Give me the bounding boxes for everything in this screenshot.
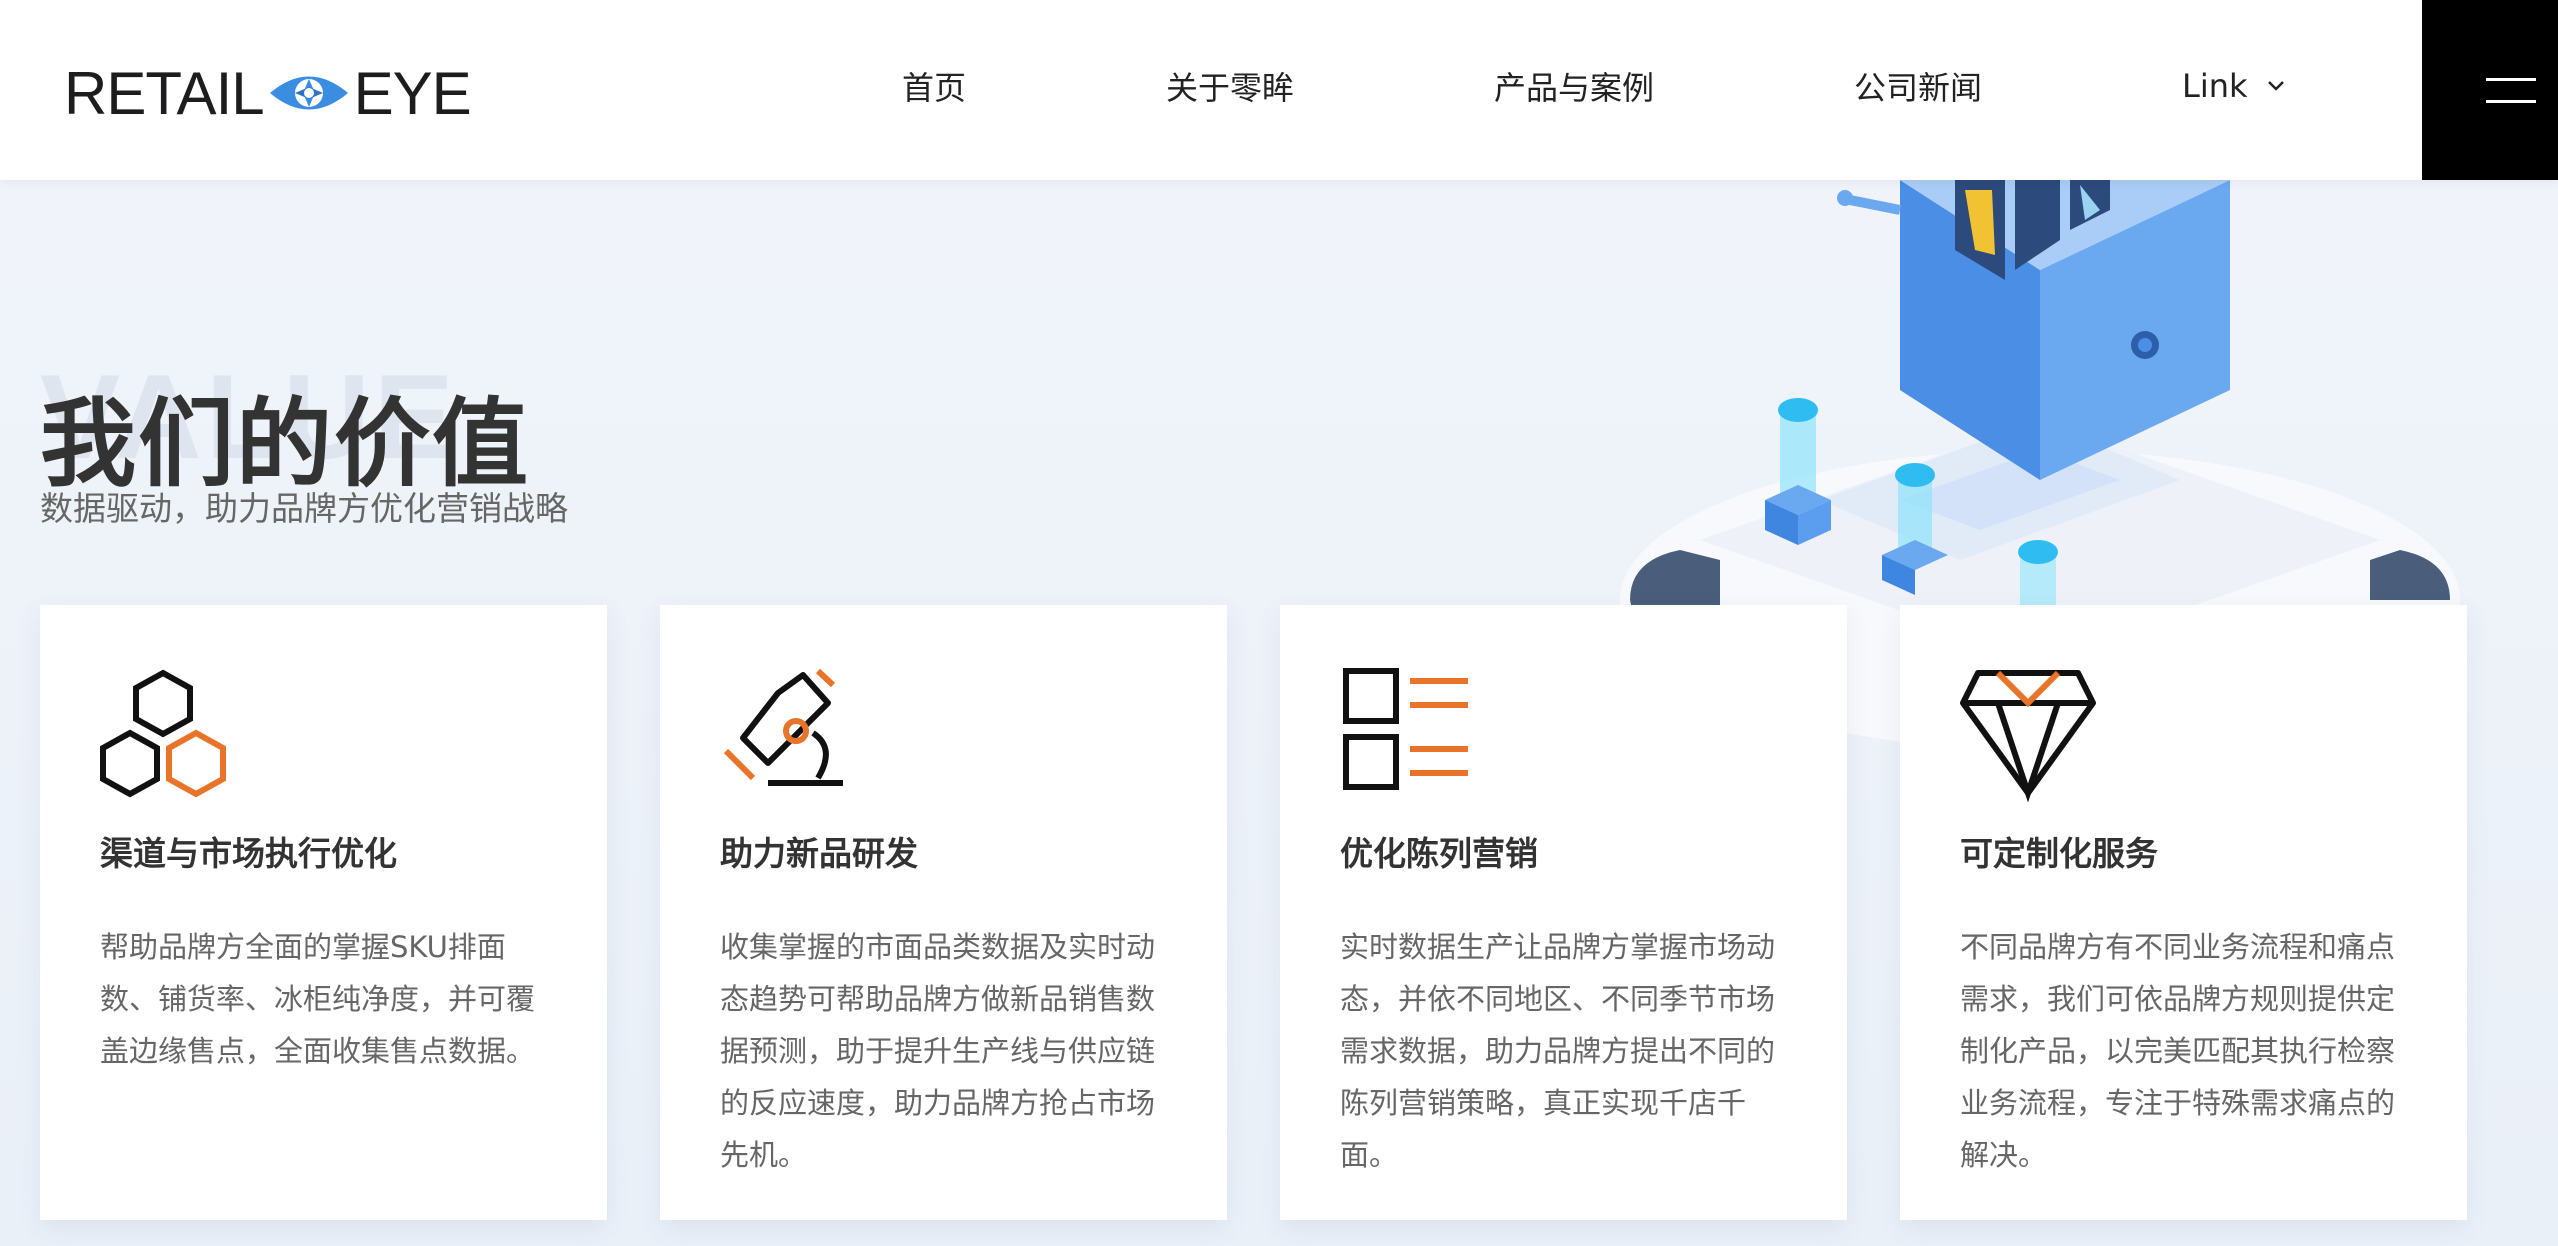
nav-label: 公司新闻 xyxy=(1854,69,1983,107)
retaileye-logo[interactable]: RETAIL EYE xyxy=(64,58,472,128)
eye-logo-icon xyxy=(269,76,348,110)
card-title: 助力新品研发 xyxy=(720,834,918,873)
page-subtitle: 数据驱动，助力品牌方优化营销战略 xyxy=(40,489,568,528)
list-icon xyxy=(1343,668,1468,790)
nav-item-news[interactable]: 公司新闻 xyxy=(1854,60,1982,112)
card-description: 帮助品牌方全面的掌握SKU排面数、铺货率、冰柜纯净度，并可覆盖边缘售点，全面收集… xyxy=(100,930,536,1068)
card-description: 实时数据生产让品牌方掌握市场动态，并依不同地区、不同季节市场需求数据，助力品牌方… xyxy=(1340,930,1776,1172)
nav-item-about[interactable]: 关于零眸 xyxy=(1166,60,1294,112)
card-description: 不同品牌方有不同业务流程和痛点需求，我们可依品牌方规则提供定制化产品，以完美匹配… xyxy=(1960,930,2396,1172)
menu-line xyxy=(2486,78,2536,81)
chevron-down-icon xyxy=(2267,81,2284,91)
value-card-research: 助力新品研发 收集掌握的市面品类数据及实时动态趋势可帮助品牌方做新品销售数据预测… xyxy=(660,605,1227,1220)
diamond-icon xyxy=(1960,670,2096,803)
nav-item-link[interactable]: Link xyxy=(2182,60,2286,112)
site-header: RETAIL EYE 首页 关于零眸 产品与案例 公司新闻 Link xyxy=(0,0,2558,180)
nav-item-products[interactable]: 产品与案例 xyxy=(1494,60,1654,112)
card-description: 收集掌握的市面品类数据及实时动态趋势可帮助品牌方做新品销售数据预测，助于提升生产… xyxy=(720,930,1156,1172)
hamburger-menu-button[interactable] xyxy=(2422,0,2558,180)
microscope-icon xyxy=(723,668,843,786)
card-title: 渠道与市场执行优化 xyxy=(100,834,397,873)
nav-label: 关于零眸 xyxy=(1166,69,1295,107)
card-title: 优化陈列营销 xyxy=(1340,834,1538,873)
card-title: 可定制化服务 xyxy=(1960,834,2158,873)
logo-text-left: RETAIL xyxy=(64,59,265,127)
nav-label: Link xyxy=(2182,67,2248,105)
hexagons-icon xyxy=(100,669,226,798)
value-card-custom: 可定制化服务 不同品牌方有不同业务流程和痛点需求，我们可依品牌方规则提供定制化产… xyxy=(1900,605,2467,1220)
menu-line xyxy=(2486,100,2536,103)
value-card-display: 优化陈列营销 实时数据生产让品牌方掌握市场动态，并依不同地区、不同季节市场需求数… xyxy=(1280,605,1847,1220)
value-card-channel: 渠道与市场执行优化 帮助品牌方全面的掌握SKU排面数、铺货率、冰柜纯净度，并可覆… xyxy=(40,605,607,1220)
nav-item-home[interactable]: 首页 xyxy=(902,60,966,112)
nav-label: 产品与案例 xyxy=(1494,69,1655,107)
nav-label: 首页 xyxy=(902,69,967,107)
logo-text-right: EYE xyxy=(353,59,472,127)
